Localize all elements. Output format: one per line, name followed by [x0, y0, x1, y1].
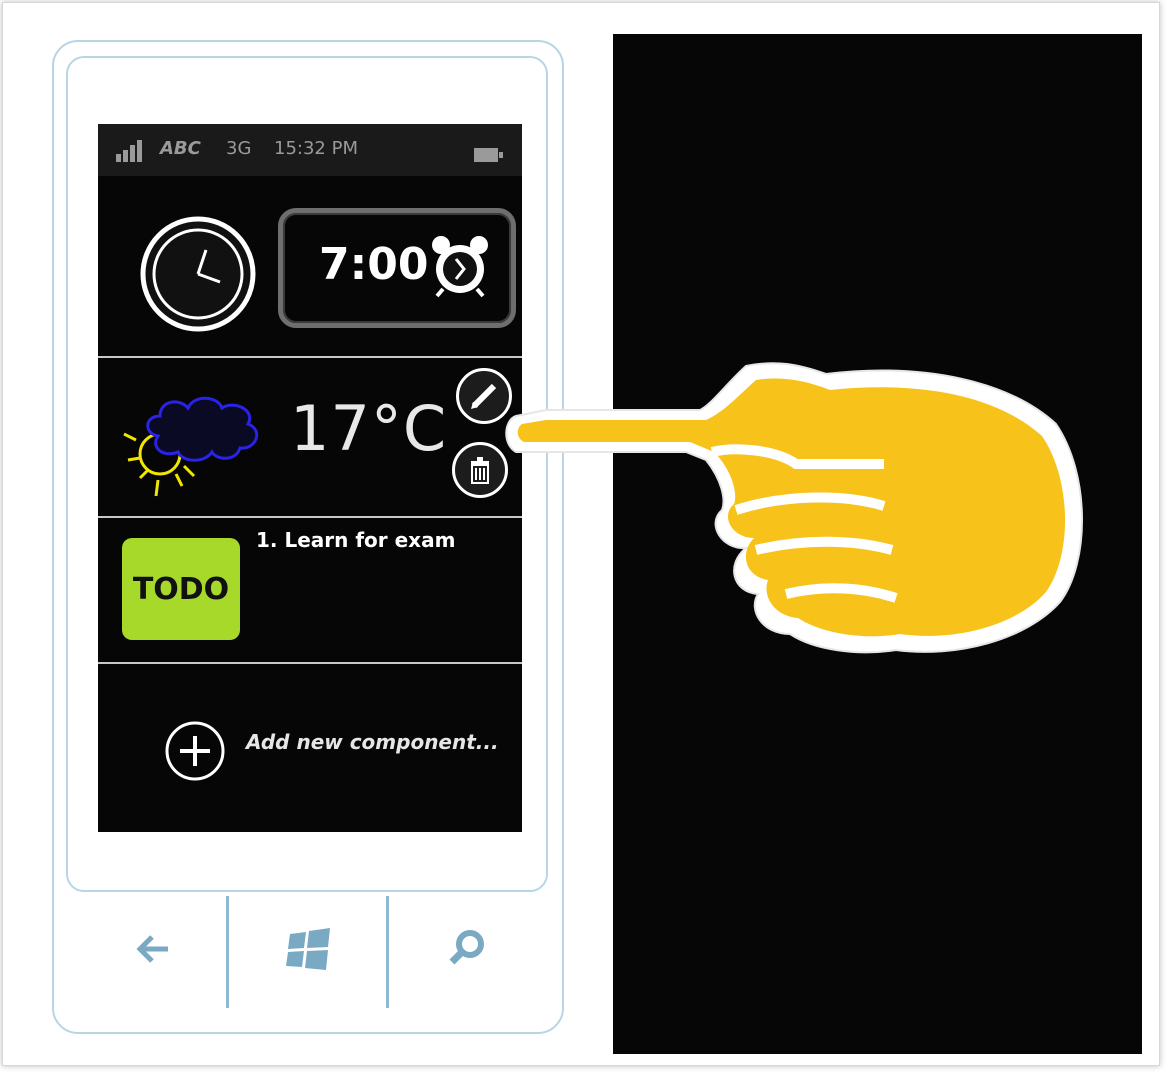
todo-label: TODO: [132, 571, 230, 607]
tile-divider: [98, 516, 522, 518]
temperature: 17°C: [290, 392, 448, 465]
windows-logo-icon[interactable]: [284, 924, 334, 974]
back-arrow-icon[interactable]: [128, 924, 178, 974]
search-icon[interactable]: [442, 924, 492, 974]
tile-divider: [98, 356, 522, 358]
tile-divider: [98, 662, 522, 664]
hardware-divider: [386, 896, 389, 1008]
cloud-sun-icon: [123, 396, 259, 497]
status-bar: ABC 3G 15:32 PM: [98, 124, 522, 176]
signal-bars-icon: [116, 140, 144, 162]
clock-icon[interactable]: [140, 216, 256, 332]
network-type: 3G: [226, 138, 252, 159]
battery-icon: [474, 148, 503, 162]
pointing-hand-icon: [505, 362, 1083, 654]
add-component-button[interactable]: Add new component...: [246, 730, 499, 754]
hardware-divider: [226, 896, 229, 1008]
alarm-time: 7:00: [319, 239, 429, 290]
carrier-name: ABC: [160, 138, 201, 159]
alarm-tile[interactable]: 7:00: [278, 208, 516, 328]
plus-circle-icon[interactable]: [164, 720, 226, 782]
todo-item[interactable]: 1. Learn for exam: [256, 528, 455, 552]
todo-tile[interactable]: TODO: [122, 538, 240, 640]
status-time: 15:32 PM: [274, 138, 358, 159]
alarm-clock-icon: [432, 236, 488, 298]
